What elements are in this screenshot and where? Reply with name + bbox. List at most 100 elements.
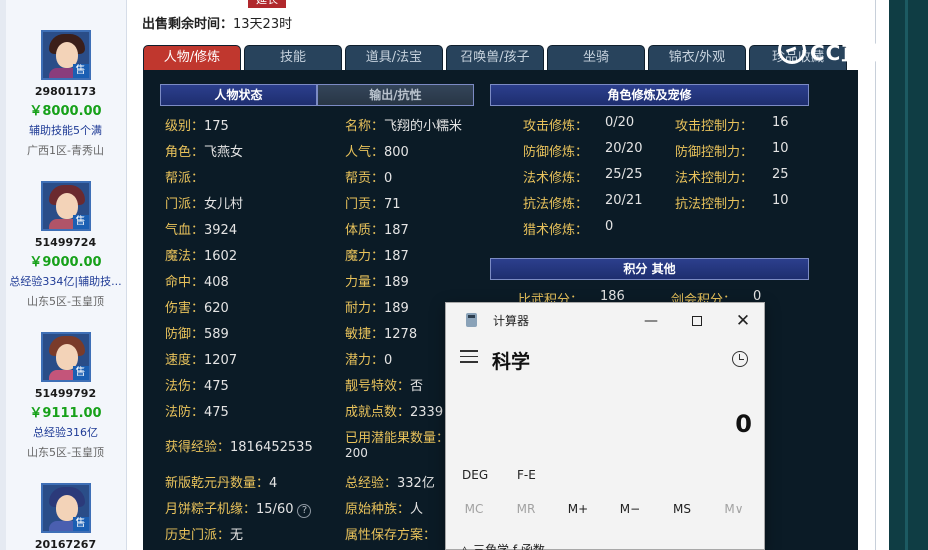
stat-agility: 敏捷：1278 [345, 327, 418, 342]
cultivation-attack: 攻击修炼： 0/20 [523, 115, 635, 134]
scrollbar[interactable] [875, 0, 889, 550]
memory-list-button[interactable]: M∨ [714, 502, 754, 516]
cultivation-defense: 防御修炼： 20/20 [523, 141, 643, 160]
subtab-status[interactable]: 人物状态 [160, 84, 317, 106]
memory-store-button[interactable]: MS [662, 502, 702, 516]
listing-card[interactable]: 售 51499792 ￥9111.00 总经验316亿 山东5区-玉皇顶 [6, 332, 125, 460]
tab-pets[interactable]: 召唤兽/孩子 [446, 45, 544, 71]
listing-price: ￥9111.00 [29, 406, 102, 421]
stat-hp: 气血：3924 [165, 223, 238, 238]
remaining-time: 出售剩余时间：13天23时 [142, 13, 292, 32]
maximize-button[interactable] [678, 307, 716, 335]
stat-mp: 魔法：1602 [165, 249, 238, 264]
tab-items[interactable]: 道具/法宝 [345, 45, 443, 71]
cultivation-header: 角色修炼及宠修 [490, 84, 809, 106]
listing-id: 51499792 [34, 387, 97, 400]
sale-badge: 售 [72, 517, 89, 531]
memory-recall-button[interactable]: MR [506, 502, 546, 516]
stat-used-potion-fruit-value: 200 [345, 446, 368, 460]
listing-desc[interactable]: 辅助技能5个满 [6, 122, 125, 138]
detail-tabs: 人物/修炼 技能 道具/法宝 召唤兽/孩子 坐骑 锦衣/外观 珍品收藏 [143, 45, 850, 71]
history-icon[interactable] [732, 351, 748, 367]
stat-potential: 潜力：0 [345, 353, 393, 368]
calculator-title: 计算器 [493, 314, 530, 328]
listing-card[interactable]: 售 20167267 [6, 483, 125, 550]
character-avatar[interactable]: 售 [40, 30, 91, 80]
stat-strength: 力量：189 [345, 275, 409, 290]
subtab-output-resist[interactable]: 输出/抗性 [317, 84, 474, 106]
stat-magic-defense: 法防：475 [165, 405, 229, 420]
cultivation-resist: 抗法修炼： 20/21 [523, 193, 643, 212]
stat-total-exp: 总经验：332亿 [345, 476, 435, 491]
tab-outfits[interactable]: 锦衣/外观 [648, 45, 746, 71]
character-avatar[interactable]: 售 [40, 181, 91, 231]
extend-button[interactable]: 延长 [248, 0, 286, 8]
listing-desc[interactable]: 总经验334亿|辅助技... [6, 273, 125, 289]
stat-vanity-number: 靓号特效：否 [345, 379, 424, 394]
listing-card[interactable]: 售 51499724 ￥9000.00 总经验334亿|辅助技... 山东5区-… [6, 181, 125, 309]
cultivation-magic: 法术修炼： 25/25 [523, 167, 643, 186]
stat-popularity: 人气：800 [345, 145, 409, 160]
remaining-time-label: 出售剩余时间： [142, 17, 234, 32]
tab-mounts[interactable]: 坐骑 [547, 45, 645, 71]
cc-logo-icon [778, 36, 806, 64]
stat-role: 角色：飞燕女 [165, 145, 244, 160]
stat-save-plan: 属性保存方案： [345, 528, 437, 543]
calculator-window[interactable]: 计算器 — ✕ 科学 0 DEG F-E MC MR M+ M− MS M∨ △… [445, 302, 765, 550]
side-panel [889, 0, 928, 550]
stat-defense: 防御：589 [165, 327, 229, 342]
listing-id: 51499724 [34, 236, 97, 249]
minimize-button[interactable]: — [632, 307, 670, 335]
hamburger-menu-icon[interactable] [460, 350, 478, 364]
listing-server: 山东5区-玉皇顶 [27, 295, 104, 308]
deg-toggle[interactable]: DEG [462, 468, 488, 482]
stat-used-potion-fruit: 已用潜能果数量： [345, 431, 450, 446]
listing-card[interactable]: 售 29801173 ￥8000.00 辅助技能5个满 广西1区-青秀山 [6, 30, 125, 158]
fe-toggle[interactable]: F-E [517, 468, 536, 482]
remaining-time-value: 13天23时 [233, 17, 293, 32]
help-icon[interactable]: ? [297, 504, 312, 518]
listing-server: 广西1区-青秀山 [27, 144, 104, 157]
stat-sect: 门派：女儿村 [165, 197, 244, 212]
close-button[interactable]: ✕ [724, 307, 762, 335]
stat-endurance: 耐力：189 [345, 301, 409, 316]
stat-zongzi: 月饼粽子机缘：15/60? [165, 498, 312, 518]
stat-race: 原始种族：人 [345, 502, 424, 517]
tab-character[interactable]: 人物/修炼 [143, 45, 241, 71]
stat-name: 名称：飞翔的小糯米 [345, 119, 463, 134]
control-magic: 法术控制力： 25 [675, 167, 789, 186]
stat-sect-contrib: 门贡：71 [345, 197, 401, 212]
stat-achievement: 成就点数：2339 [345, 405, 444, 420]
tab-skills[interactable]: 技能 [244, 45, 342, 71]
listing-id: 29801173 [34, 85, 97, 98]
calculator-display: 0 [735, 410, 752, 438]
stat-level: 级别：175 [165, 119, 229, 134]
memory-clear-button[interactable]: MC [454, 502, 494, 516]
cultivation-hunting: 猎术修炼： 0 [523, 219, 614, 238]
character-avatar[interactable]: 售 [40, 332, 91, 382]
memory-subtract-button[interactable]: M− [610, 502, 650, 516]
listing-desc[interactable]: 总经验316亿 [6, 424, 125, 440]
listing-sidebar: 售 29801173 ￥8000.00 辅助技能5个满 广西1区-青秀山 售 5… [0, 0, 127, 550]
stat-experience: 获得经验：1816452535 [165, 440, 313, 455]
stat-hit: 命中：408 [165, 275, 229, 290]
listing-price: ￥9000.00 [29, 255, 102, 270]
control-attack: 攻击控制力： 16 [675, 115, 789, 134]
stat-constitution: 体质：187 [345, 223, 409, 238]
listing-id: 20167267 [34, 538, 97, 550]
sale-badge: 售 [72, 64, 89, 78]
score-header: 积分 其他 [490, 258, 809, 280]
memory-add-button[interactable]: M+ [558, 502, 598, 516]
sale-badge: 售 [72, 366, 89, 380]
calculator-app-icon [466, 313, 477, 327]
calculator-titlebar[interactable]: 计算器 — ✕ [446, 303, 764, 337]
control-resist: 抗法控制力： 10 [675, 193, 789, 212]
stream-watermark: CC直播 [778, 36, 900, 65]
calculator-function-row[interactable]: △ 三角学 ƒ 函数 [460, 541, 545, 550]
stat-guild: 帮派： [165, 171, 205, 186]
character-avatar[interactable]: 售 [40, 483, 91, 533]
calculator-mode-title: 科学 [492, 351, 531, 373]
stat-history-sect: 历史门派：无 [165, 528, 244, 543]
stat-magic: 魔力：187 [345, 249, 409, 264]
stat-magic-damage: 法伤：475 [165, 379, 229, 394]
